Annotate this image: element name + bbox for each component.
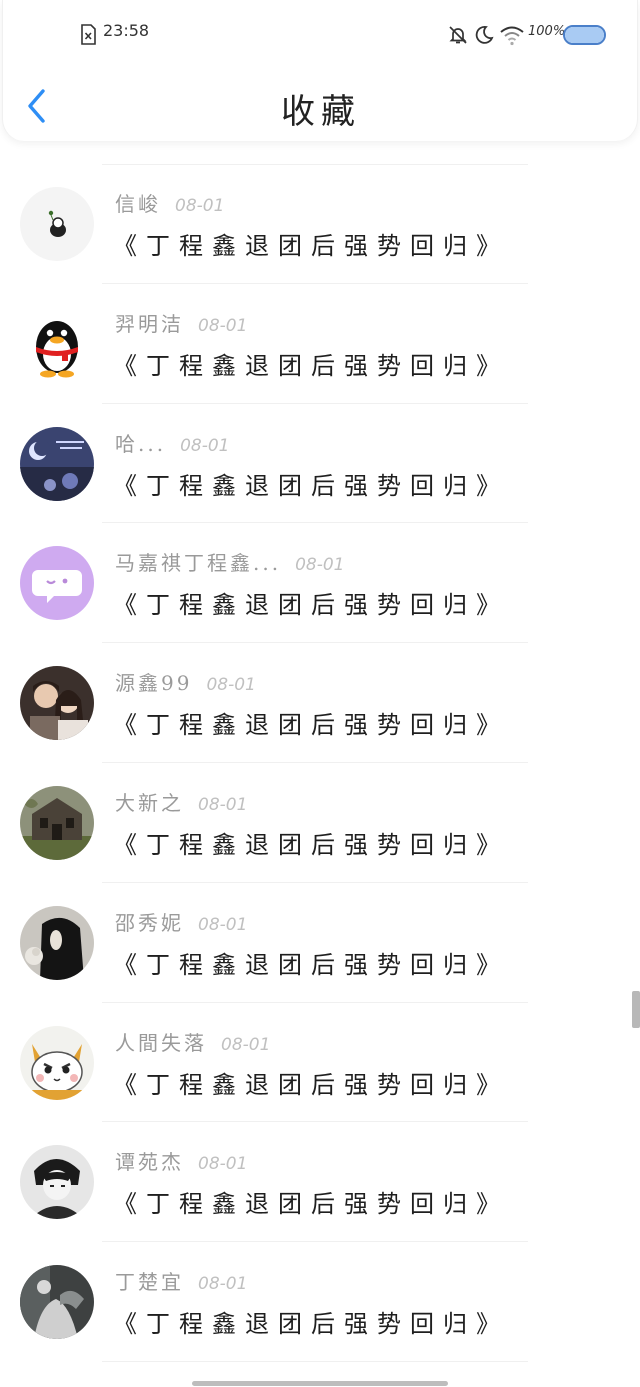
post-date: 08-01 (198, 1274, 248, 1295)
post-date: 08-01 (221, 1034, 271, 1055)
post-date: 08-01 (198, 315, 248, 336)
post-title[interactable]: 《丁程鑫退团后强势回归》 (113, 1184, 509, 1219)
mute-bell-icon (449, 26, 467, 44)
user-name[interactable]: 羿明洁 (115, 312, 184, 336)
list-item[interactable]: 人間失落 08-01 《丁程鑫退团后强势回归》 (0, 1003, 640, 1123)
post-title[interactable]: 《丁程鑫退团后强势回归》 (113, 585, 509, 620)
list-item[interactable]: 源鑫99 08-01 《丁程鑫退团后强势回归》 (0, 643, 640, 763)
scrollbar-thumb[interactable] (632, 991, 640, 1028)
cartoon-cat-avatar[interactable] (20, 1025, 94, 1100)
post-date: 08-01 (206, 675, 256, 696)
status-time: 23:58 (103, 21, 150, 40)
post-date: 08-01 (198, 794, 248, 815)
penguin-avatar[interactable] (20, 306, 94, 381)
list-item[interactable]: 信峻 08-01 《丁程鑫退团后强势回归》 (0, 164, 640, 284)
grey-portrait-avatar[interactable] (20, 1265, 94, 1340)
battery-percent: 100% (528, 24, 566, 39)
anime-boy-avatar[interactable] (20, 1145, 94, 1220)
purple-chat-avatar[interactable] (20, 546, 94, 621)
list-item[interactable]: 羿明洁 08-01 《丁程鑫退团后强势回归》 (0, 284, 640, 404)
no-sim-icon (81, 24, 96, 45)
post-title[interactable]: 《丁程鑫退团后强势回归》 (113, 825, 509, 860)
user-name[interactable]: 马嘉祺丁程鑫... (115, 551, 281, 575)
user-name[interactable]: 人間失落 (115, 1031, 207, 1055)
user-name[interactable]: 信峻 (115, 192, 161, 216)
list-item[interactable]: 谭苑杰 08-01 《丁程鑫退团后强势回归》 (0, 1122, 640, 1243)
user-name[interactable]: 邵秀妮 (115, 911, 184, 935)
moon-icon (475, 26, 494, 44)
status-bar: 23:58 100% (3, 0, 639, 66)
user-name[interactable]: 源鑫99 (115, 671, 192, 695)
post-date: 08-01 (295, 555, 345, 576)
post-date: 08-01 (180, 435, 230, 456)
couple-photo-avatar[interactable] (20, 666, 94, 741)
battery-level (565, 27, 604, 43)
list-item[interactable]: 大新之 08-01 《丁程鑫退团后强势回归》 (0, 763, 640, 883)
list-item[interactable]: 马嘉祺丁程鑫... 08-01 《丁程鑫退团后强势回归》 (0, 523, 640, 644)
post-title[interactable]: 《丁程鑫退团后强势回归》 (113, 1304, 509, 1339)
post-title[interactable]: 《丁程鑫退团后强势回归》 (113, 466, 509, 501)
post-date: 08-01 (175, 196, 225, 216)
post-title[interactable]: 《丁程鑫退团后强势回归》 (113, 945, 509, 980)
list-item[interactable]: 邵秀妮 08-01 《丁程鑫退团后强势回归》 (0, 883, 640, 1003)
list-item[interactable]: 丁楚宜 08-01 《丁程鑫退团后强势回归》 (0, 1242, 640, 1362)
user-name[interactable]: 谭苑杰 (115, 1150, 184, 1174)
battery-icon (563, 25, 606, 45)
page-title: 收藏 (281, 92, 361, 132)
post-title[interactable]: 《丁程鑫退团后强势回归》 (113, 346, 509, 381)
old-house-avatar[interactable] (20, 785, 94, 860)
divider (102, 1360, 528, 1362)
home-indicator[interactable] (192, 1381, 448, 1386)
favorites-list: 信峻 08-01 《丁程鑫退团后强势回归》 羿明洁 08-01 《丁程鑫退团后强势回… (0, 164, 640, 1362)
wifi-icon (500, 26, 524, 46)
user-name[interactable]: 哈... (115, 432, 166, 456)
list-item[interactable]: 哈... 08-01 《丁程鑫退团后强势回归》 (0, 404, 640, 524)
dark-hair-avatar[interactable] (20, 905, 94, 980)
post-title[interactable]: 《丁程鑫退团后强势回归》 (113, 226, 509, 261)
post-title[interactable]: 《丁程鑫退团后强势回归》 (113, 1065, 509, 1100)
user-name[interactable]: 大新之 (115, 791, 184, 815)
post-title[interactable]: 《丁程鑫退团后强势回归》 (113, 705, 509, 740)
night-sky-avatar[interactable] (20, 426, 94, 501)
user-name[interactable]: 丁楚宜 (115, 1270, 184, 1294)
app-header: 23:58 100% 收藏 (2, 0, 638, 141)
post-date: 08-01 (198, 1154, 248, 1175)
white-ghost-avatar[interactable] (20, 187, 94, 261)
post-date: 08-01 (198, 914, 248, 935)
